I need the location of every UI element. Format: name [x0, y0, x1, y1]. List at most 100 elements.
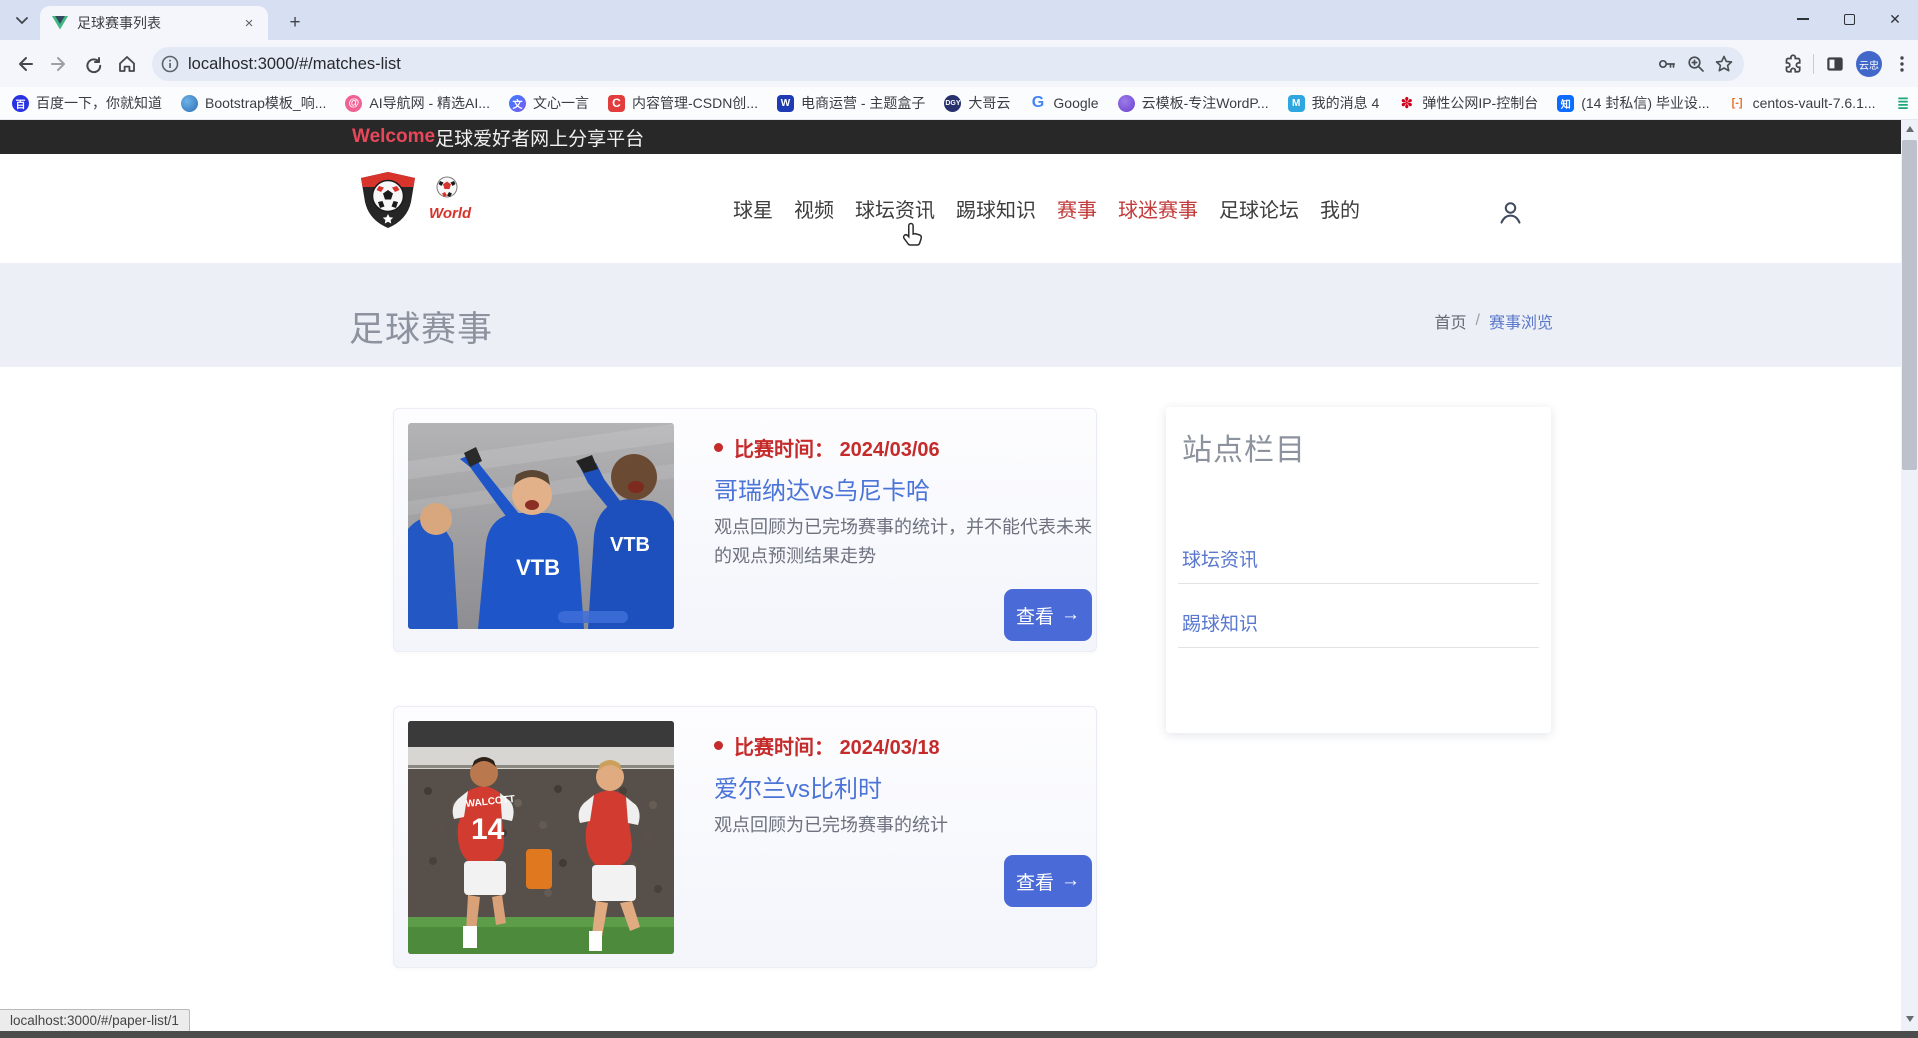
bookmark-item[interactable]: 文文心一言 — [509, 93, 589, 113]
tab-strip: 足球赛事列表 × + ✕ — [0, 0, 1918, 40]
view-match-button[interactable]: 查看→ — [1004, 855, 1092, 907]
side-panel-icon[interactable] — [1824, 53, 1846, 75]
address-bar-actions — [1656, 54, 1734, 74]
sidebar-divider — [1178, 583, 1539, 584]
link-status-tooltip: localhost:3000/#/paper-list/1 — [0, 1009, 190, 1031]
bookmark-item[interactable]: 云模板-专注WordP... — [1118, 93, 1269, 113]
sidebar-link-news[interactable]: 球坛资讯 — [1182, 545, 1258, 572]
page-viewport: Welcome 足球爱好者网上分享平台 — [0, 120, 1901, 1038]
arrow-right-icon: → — [1061, 870, 1080, 892]
nav-item-news[interactable]: 球坛资讯 — [855, 194, 935, 223]
bookmark-item[interactable]: DGY大哥云 — [944, 93, 1010, 113]
welcome-highlight: Welcome — [352, 126, 435, 148]
site-logo[interactable]: World — [355, 166, 475, 232]
close-button[interactable]: ✕ — [1872, 0, 1918, 38]
bookmark-favicon: G — [1029, 95, 1046, 112]
svg-text:VTB: VTB — [516, 555, 560, 580]
match-title-link[interactable]: 哥瑞纳达vs乌尼卡哈 — [714, 471, 930, 506]
browser-tab-active[interactable]: 足球赛事列表 × — [40, 6, 268, 40]
match-date: 2024/03/06 — [840, 439, 940, 461]
browser-toolbar: localhost:3000/#/matches-list 云忠 — [0, 40, 1918, 87]
zoom-icon[interactable] — [1686, 54, 1706, 74]
bookmark-favicon: C — [608, 95, 625, 112]
match-photo-red-team: 14 WALCOTT — [408, 721, 674, 954]
home-button[interactable] — [110, 47, 144, 81]
bookmark-favicon: 文 — [509, 95, 526, 112]
match-description: 观点回顾为已完场赛事的统计 — [714, 811, 1096, 840]
bookmark-item[interactable]: Bootstrap模板_响... — [181, 93, 326, 113]
bookmark-item[interactable]: 百百度一下，你就知道 — [12, 93, 162, 113]
nav-item-stars[interactable]: 球星 — [733, 194, 773, 223]
bookmark-item[interactable]: [-]centos-vault-7.6.1... — [1729, 95, 1876, 112]
bookmark-item[interactable]: C内容管理-CSDN创... — [608, 93, 758, 113]
bookmark-item[interactable]: M我的消息 4 — [1288, 93, 1380, 113]
sidebar-divider — [1178, 647, 1539, 648]
maximize-button[interactable] — [1826, 0, 1872, 38]
tab-search-button[interactable] — [10, 9, 34, 33]
match-date: 2024/03/18 — [840, 737, 940, 759]
chevron-down-icon — [16, 17, 28, 25]
forward-icon — [49, 54, 69, 74]
page-scrollbar[interactable] — [1901, 120, 1918, 1031]
bookmark-favicon: @ — [345, 95, 362, 112]
bookmark-star-icon[interactable] — [1714, 54, 1734, 74]
extensions-puzzle-icon[interactable] — [1781, 53, 1803, 75]
site-sections-panel: 站点栏目 球坛资讯 踢球知识 — [1166, 407, 1551, 733]
back-button[interactable] — [8, 47, 42, 81]
bookmark-item[interactable]: W电商运营 - 主题盒子 — [777, 93, 925, 113]
sidebar-link-knowledge[interactable]: 踢球知识 — [1182, 609, 1258, 636]
bookmarks-bar: 百百度一下，你就知道 Bootstrap模板_响... @AI导航网 - 精选A… — [0, 87, 1918, 120]
tab-close-button[interactable]: × — [240, 14, 258, 32]
url-text[interactable]: localhost:3000/#/matches-list — [188, 55, 1656, 74]
bookmark-item[interactable]: 知(14 封私信) 毕业设... — [1557, 93, 1709, 113]
bookmark-item[interactable]: ✽弹性公网IP-控制台 — [1398, 93, 1538, 113]
bookmark-favicon: ≣ — [1895, 95, 1912, 112]
new-tab-button[interactable]: + — [282, 10, 308, 36]
kebab-menu-icon[interactable] — [1892, 54, 1912, 74]
home-icon — [117, 54, 137, 74]
bookmark-item[interactable]: @AI导航网 - 精选AI... — [345, 93, 490, 113]
bookmark-favicon: W — [777, 95, 794, 112]
view-match-button[interactable]: 查看 → — [1004, 589, 1092, 641]
svg-text:14: 14 — [471, 813, 505, 846]
breadcrumb-separator: / — [1476, 312, 1480, 330]
match-date-row: 比赛时间： 2024/03/06 — [714, 433, 940, 462]
nav-item-videos[interactable]: 视频 — [794, 194, 834, 223]
reload-button[interactable] — [76, 47, 110, 81]
match-title-link[interactable]: 爱尔兰vs比利时 — [714, 769, 882, 804]
minimize-button[interactable] — [1780, 0, 1826, 38]
nav-item-matches[interactable]: 赛事 — [1057, 194, 1097, 223]
logo-world-text: World — [429, 205, 472, 222]
reload-icon — [83, 54, 103, 74]
match-description: 观点回顾为已完场赛事的统计，并不能代表未来的观点预测结果走势 — [714, 513, 1096, 571]
password-key-icon[interactable] — [1656, 54, 1678, 74]
nav-item-mine[interactable]: 我的 — [1320, 194, 1360, 223]
scroll-down-arrow[interactable] — [1901, 1010, 1918, 1027]
taskbar-edge — [0, 1031, 1918, 1038]
view-button-label: 查看 — [1016, 602, 1054, 629]
arrow-right-icon: → — [1061, 604, 1080, 626]
match-card[interactable]: VTB VTB 比赛时间： 2024/03/06 哥瑞纳达vs乌尼卡哈 观点回顾… — [393, 408, 1097, 652]
nav-item-knowledge[interactable]: 踢球知识 — [956, 194, 1036, 223]
forward-button[interactable] — [42, 47, 76, 81]
bookmark-favicon — [181, 95, 198, 112]
user-account-button[interactable] — [1494, 196, 1526, 228]
breadcrumb-home-link[interactable]: 首页 — [1435, 309, 1467, 333]
bookmark-item[interactable]: ≣单节点安装 — [1895, 93, 1918, 113]
nav-item-forum[interactable]: 足球论坛 — [1219, 194, 1299, 223]
user-icon — [1497, 199, 1524, 226]
scroll-up-arrow[interactable] — [1901, 120, 1918, 137]
scrollbar-thumb[interactable] — [1902, 140, 1917, 470]
main-nav: 球星 视频 球坛资讯 踢球知识 赛事 球迷赛事 足球论坛 我的 — [733, 154, 1360, 263]
match-time-label: 比赛时间： — [734, 439, 834, 461]
address-bar[interactable]: localhost:3000/#/matches-list — [152, 47, 1744, 81]
profile-avatar[interactable]: 云忠 — [1856, 51, 1882, 77]
bookmark-favicon: DGY — [944, 95, 961, 112]
sections-panel-title: 站点栏目 — [1182, 425, 1306, 469]
nav-item-fan-matches[interactable]: 球迷赛事 — [1118, 194, 1198, 223]
tab-title: 足球赛事列表 — [77, 13, 240, 33]
breadcrumb: 首页 / 赛事浏览 — [1435, 309, 1553, 333]
bookmark-item[interactable]: GGoogle — [1029, 95, 1098, 112]
match-card[interactable]: 14 WALCOTT — [393, 706, 1097, 968]
site-info-icon[interactable] — [160, 54, 180, 74]
